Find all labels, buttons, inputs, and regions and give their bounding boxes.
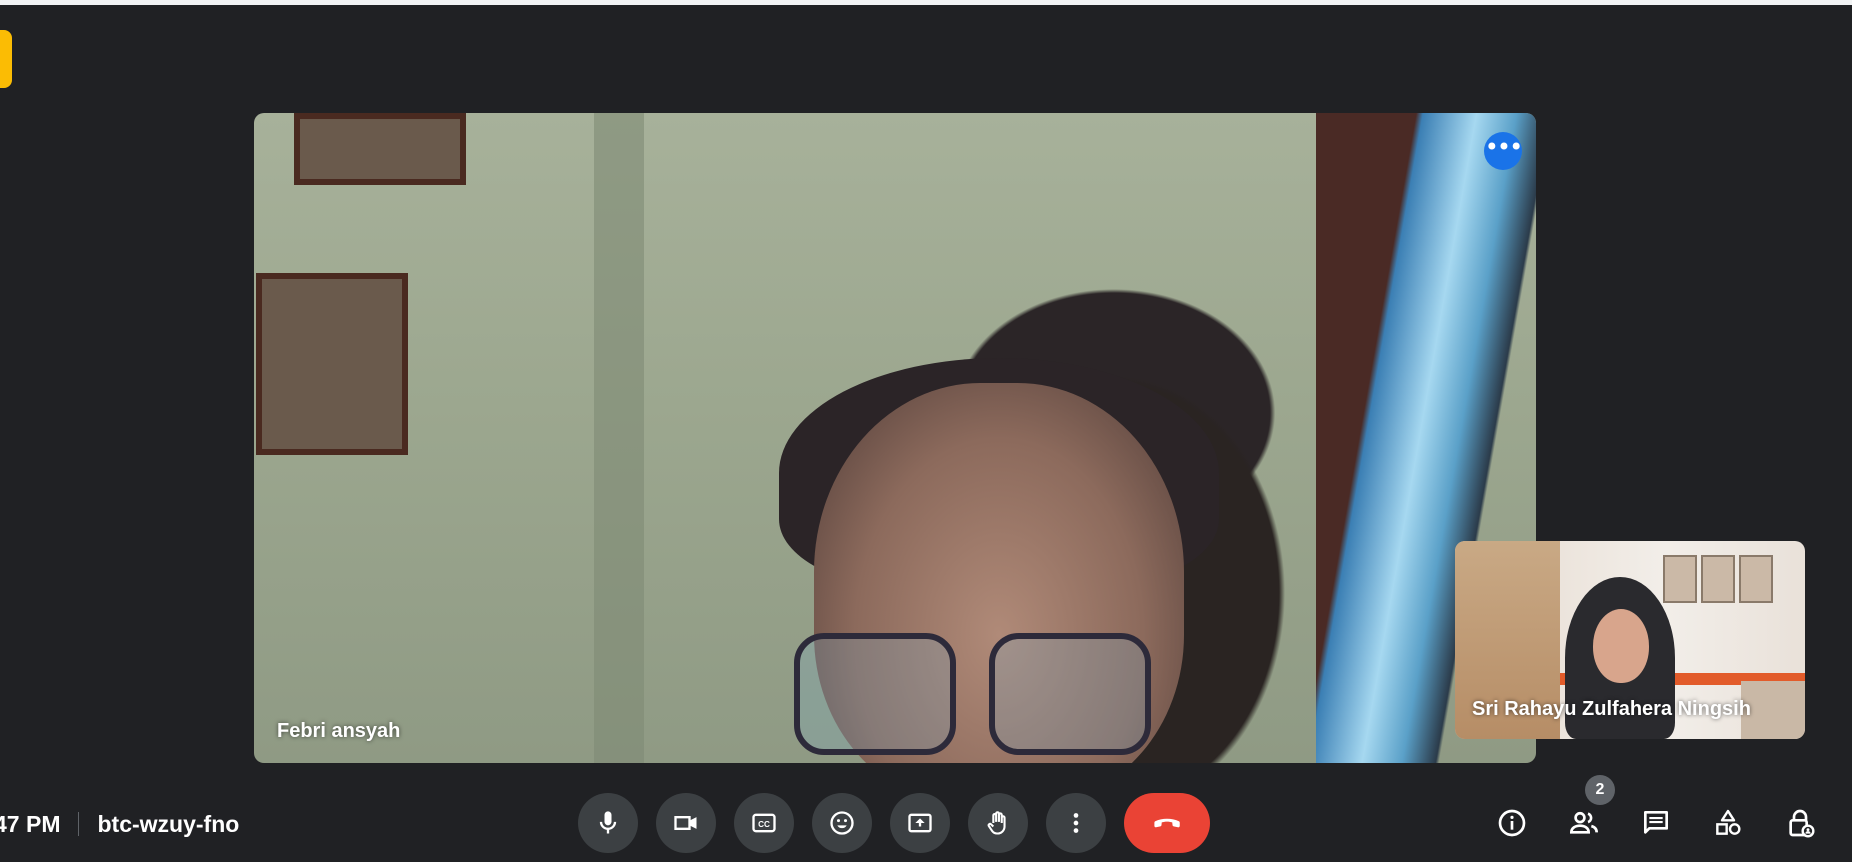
people-button[interactable] bbox=[1566, 805, 1602, 841]
wall-picture-frame bbox=[294, 113, 466, 185]
main-participant-name: Febri ansyah bbox=[277, 720, 401, 742]
side-panel-controls bbox=[1494, 805, 1818, 845]
participants-count-badge: 2 bbox=[1585, 775, 1615, 805]
meeting-time: 47 PM bbox=[0, 810, 61, 837]
captions-button[interactable]: CC bbox=[734, 793, 794, 853]
reactions-button[interactable] bbox=[812, 793, 872, 853]
pip-participant-face bbox=[1593, 609, 1649, 683]
people-icon bbox=[1569, 811, 1598, 834]
yellow-side-tab[interactable] bbox=[0, 30, 12, 88]
pip-video-tile[interactable]: Sri Rahayu Zulfahera Ningsih bbox=[1455, 541, 1805, 739]
microphone-button[interactable] bbox=[578, 793, 638, 853]
wall-outlet-strip bbox=[594, 113, 644, 763]
chat-button[interactable] bbox=[1638, 805, 1674, 841]
main-video-tile[interactable]: ••• Febri ansyah bbox=[254, 113, 1536, 763]
chat-icon bbox=[1644, 811, 1668, 834]
meeting-details: 47 PM btc-wzuy-fno bbox=[0, 808, 239, 840]
wall-art bbox=[1739, 555, 1773, 603]
meeting-info-button[interactable] bbox=[1494, 805, 1530, 841]
meeting-code: btc-wzuy-fno bbox=[97, 810, 240, 837]
emoji-icon bbox=[830, 811, 854, 835]
more-vert-icon bbox=[1073, 813, 1079, 833]
svg-text:CC: CC bbox=[758, 820, 770, 829]
videocam-icon bbox=[674, 816, 697, 830]
meeting-divider bbox=[78, 812, 80, 836]
activities-button[interactable] bbox=[1710, 805, 1746, 841]
activities-icon bbox=[1716, 809, 1741, 835]
raise-hand-button[interactable] bbox=[968, 793, 1028, 853]
tile-more-options-button[interactable]: ••• bbox=[1484, 132, 1523, 170]
wall-art bbox=[1701, 555, 1735, 603]
mic-icon bbox=[599, 811, 617, 834]
pip-participant-name: Sri Rahayu Zulfahera Ningsih bbox=[1472, 698, 1751, 720]
browser-top-edge bbox=[0, 0, 1852, 5]
host-controls-icon bbox=[1789, 809, 1815, 838]
closed-captions-icon: CC bbox=[752, 813, 776, 833]
hand-icon bbox=[987, 811, 1006, 835]
more-options-button[interactable] bbox=[1046, 793, 1106, 853]
wall-art bbox=[1663, 555, 1697, 603]
call-end-icon bbox=[1154, 818, 1180, 828]
wall-picture-frame bbox=[256, 273, 408, 455]
glasses-right-lens bbox=[989, 633, 1151, 755]
glasses-left-lens bbox=[794, 633, 956, 755]
present-button[interactable] bbox=[890, 793, 950, 853]
present-screen-icon bbox=[908, 813, 932, 833]
host-controls-button[interactable] bbox=[1782, 805, 1818, 841]
camera-button[interactable] bbox=[656, 793, 716, 853]
info-icon bbox=[1498, 809, 1526, 837]
call-controls: CC bbox=[578, 793, 1210, 853]
leave-call-button[interactable] bbox=[1124, 793, 1210, 853]
